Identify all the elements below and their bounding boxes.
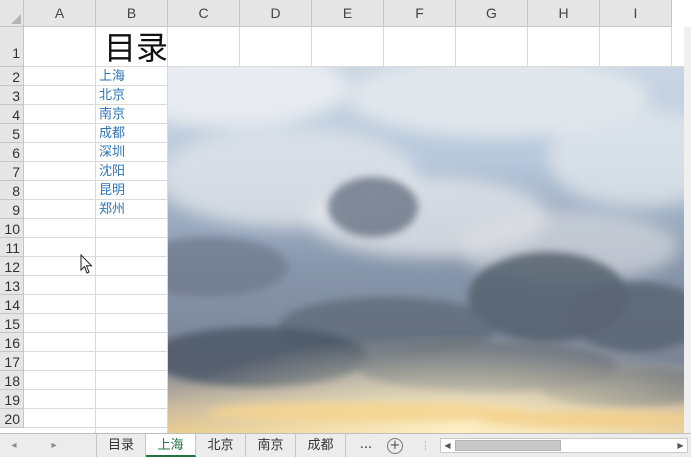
- select-all-triangle-icon: [11, 14, 21, 24]
- vertical-scrollbar[interactable]: [684, 27, 691, 433]
- page-title: 目录: [104, 29, 169, 67]
- hyperlink-8[interactable]: 郑州: [99, 200, 125, 219]
- sheet-tab-4[interactable]: 南京: [246, 434, 296, 457]
- row-header-1[interactable]: 1: [0, 27, 24, 67]
- row-header-14[interactable]: 14: [0, 295, 24, 314]
- row-header-7[interactable]: 7: [0, 162, 24, 181]
- column-header-e[interactable]: E: [312, 0, 384, 27]
- row-header-11[interactable]: 11: [0, 238, 24, 257]
- row-header-20[interactable]: 20: [0, 409, 24, 428]
- column-header-b[interactable]: B: [96, 0, 168, 27]
- split-handle-icon[interactable]: ⋮: [420, 434, 431, 457]
- hyperlink-5[interactable]: 深圳: [99, 143, 125, 162]
- add-sheet-icon[interactable]: +: [387, 438, 403, 454]
- select-all-corner[interactable]: [0, 0, 24, 27]
- sheet-tab-3[interactable]: 北京: [196, 434, 246, 457]
- scrollbar-thumb[interactable]: [455, 440, 561, 451]
- spreadsheet-grid[interactable]: ABCDEFGHI 1 2 3 4 5 6 7 8 9 10 11 12 13 14 15 16 17 18 19 2…: [0, 0, 691, 433]
- tab-scroll-right-icon[interactable]: ▸: [44, 434, 64, 458]
- column-header-g[interactable]: G: [456, 0, 528, 27]
- sheet-tab-1[interactable]: 目录: [96, 434, 146, 457]
- row-header-3[interactable]: 3: [0, 86, 24, 105]
- row-header-6[interactable]: 6: [0, 143, 24, 162]
- row-header-18[interactable]: 18: [0, 371, 24, 390]
- row-header-10[interactable]: 10: [0, 219, 24, 238]
- mouse-pointer-icon: [80, 254, 93, 274]
- column-header-c[interactable]: C: [168, 0, 240, 27]
- sheet-tab-2[interactable]: 上海: [146, 434, 196, 457]
- row-header-8[interactable]: 8: [0, 181, 24, 200]
- sky-clouds-photo[interactable]: [168, 67, 691, 433]
- sheet-tab-bar: ◂ ▸ 目录 上海 北京 南京 成都 ... + ⋮ ◀ ▶: [0, 433, 691, 457]
- row-header-13[interactable]: 13: [0, 276, 24, 295]
- hyperlink-7[interactable]: 昆明: [99, 181, 125, 200]
- hyperlink-2[interactable]: 北京: [99, 86, 125, 105]
- sky-clouds-image: [168, 67, 691, 433]
- row-header-12[interactable]: 12: [0, 257, 24, 276]
- column-header-h[interactable]: H: [528, 0, 600, 27]
- row-header-2[interactable]: 2: [0, 67, 24, 86]
- column-gridline: [95, 27, 96, 433]
- row-header-4[interactable]: 4: [0, 105, 24, 124]
- scroll-left-arrow-icon[interactable]: ◀: [441, 439, 454, 452]
- hyperlink-6[interactable]: 沈阳: [99, 162, 125, 181]
- scroll-right-arrow-icon[interactable]: ▶: [674, 439, 687, 452]
- row-header-17[interactable]: 17: [0, 352, 24, 371]
- hyperlink-4[interactable]: 成都: [99, 124, 125, 143]
- row-header-16[interactable]: 16: [0, 333, 24, 352]
- column-header-i[interactable]: I: [600, 0, 672, 27]
- hyperlink-3[interactable]: 南京: [99, 105, 125, 124]
- sheet-tab-5[interactable]: 成都: [296, 434, 346, 457]
- more-tabs-button[interactable]: ...: [356, 434, 376, 457]
- hyperlink-1[interactable]: 上海: [99, 67, 125, 86]
- row-header-19[interactable]: 19: [0, 390, 24, 409]
- column-header-d[interactable]: D: [240, 0, 312, 27]
- column-header-a[interactable]: A: [24, 0, 96, 27]
- row-header-15[interactable]: 15: [0, 314, 24, 333]
- row-header-5[interactable]: 5: [0, 124, 24, 143]
- row-header-9[interactable]: 9: [0, 200, 24, 219]
- column-header-f[interactable]: F: [384, 0, 456, 27]
- tab-scroll-left-icon[interactable]: ◂: [4, 434, 24, 458]
- horizontal-scrollbar[interactable]: ◀ ▶: [440, 438, 688, 453]
